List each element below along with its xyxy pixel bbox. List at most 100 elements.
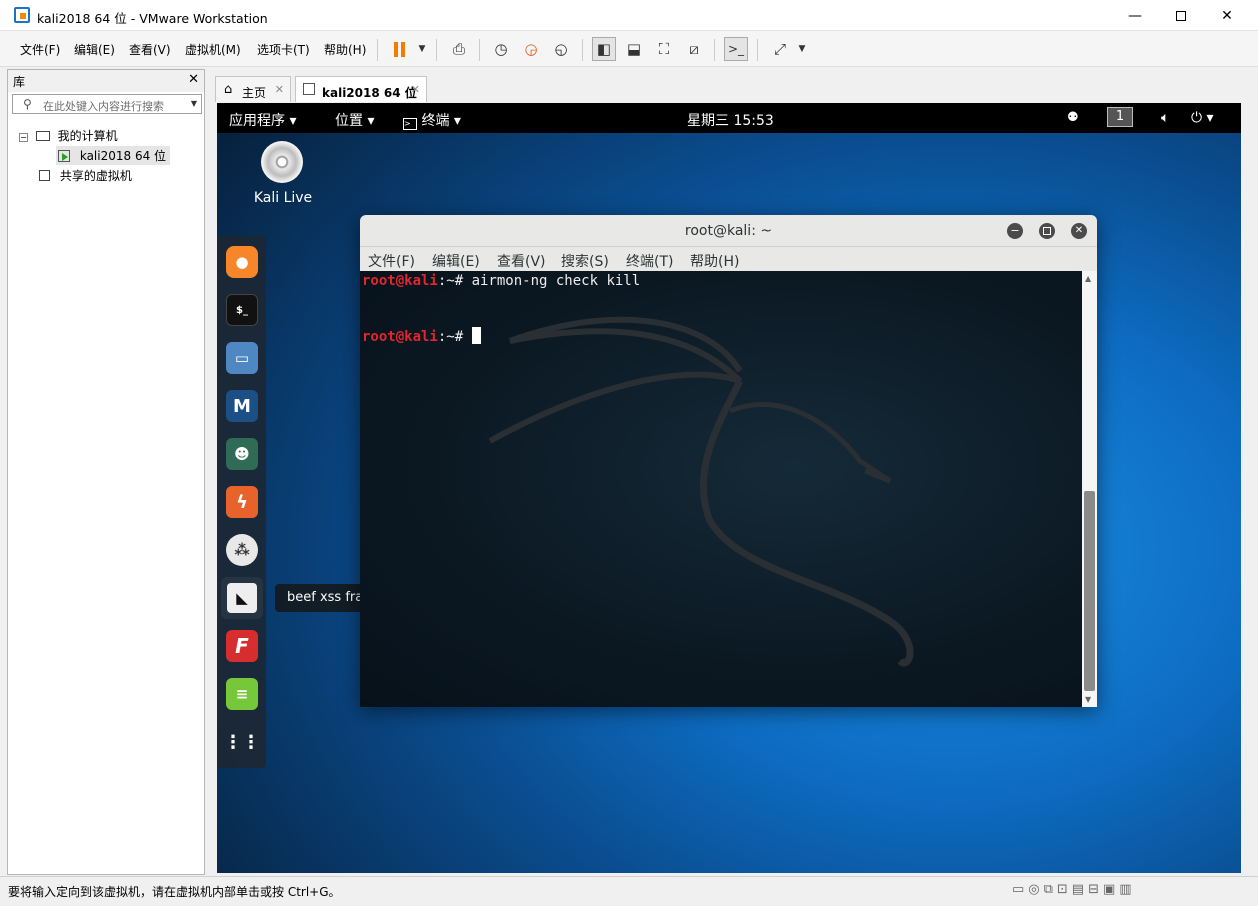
thumbnail-bar-button[interactable]: ⬓	[622, 37, 646, 61]
terminal-menu-edit[interactable]: 编辑(E)	[432, 251, 480, 271]
screen-share-icon[interactable]: ⚉	[1067, 110, 1079, 125]
applications-menu[interactable]: 应用程序 ▾	[229, 110, 296, 130]
close-icon[interactable]: ✕	[411, 83, 420, 96]
menu-vm[interactable]: 虚拟机(M)	[185, 41, 241, 58]
close-icon: ✕	[188, 72, 199, 87]
send-keys-button[interactable]: ⎙	[447, 37, 471, 61]
collapse-icon[interactable]: −	[19, 133, 28, 142]
shared-vm-icon	[39, 170, 50, 181]
close-button[interactable]: ✕	[1204, 0, 1250, 31]
sidebar-icon: ◧	[596, 40, 612, 58]
close-icon[interactable]: ✕	[275, 83, 284, 96]
faraday-icon[interactable]: F	[226, 630, 258, 662]
menu-view[interactable]: 查看(V)	[129, 41, 171, 58]
chevron-down-icon: ▼	[798, 44, 806, 54]
search-placeholder: 在此处键入内容进行搜索	[43, 100, 164, 113]
terminal-menu-help[interactable]: 帮助(H)	[690, 251, 739, 271]
snapshot-manager-icon: ◵	[554, 40, 568, 58]
beef-icon[interactable]: ◣	[221, 577, 263, 619]
metasploit-icon[interactable]: M	[226, 390, 258, 422]
scrollbar-thumb[interactable]	[1084, 491, 1095, 691]
leafpad-icon[interactable]: ≡	[226, 678, 258, 710]
stretch-icon: ⤢	[773, 40, 786, 58]
dock: ● $_ ▭ M ☻ ϟ ⁂ ◣ F ≡ ⋮⋮	[217, 236, 266, 768]
menu-edit[interactable]: 编辑(E)	[74, 41, 115, 58]
close-icon[interactable]: ✕	[1071, 223, 1087, 239]
power-dropdown-button[interactable]: ▼	[410, 37, 434, 61]
show-library-button[interactable]: ◧	[592, 37, 616, 61]
armitage-icon[interactable]: ☻	[226, 438, 258, 470]
burpsuite-icon[interactable]: ϟ	[226, 486, 258, 518]
home-icon: ⌂	[224, 82, 233, 97]
terminal-app-menu[interactable]: > 终端 ▾	[403, 110, 461, 130]
snapshot-manager-button[interactable]: ◵	[549, 37, 573, 61]
snapshot-button[interactable]: ◷	[489, 37, 513, 61]
keyboard-icon: ⎙	[452, 40, 465, 58]
tab-kali-vm[interactable]: kali2018 64 位 ✕	[295, 76, 427, 102]
power-icon[interactable]: ⏻ ▾	[1191, 110, 1214, 126]
tree-label: 共享的虚拟机	[59, 169, 132, 183]
unity-button[interactable]: ⧄	[682, 37, 706, 61]
status-bar: 要将输入定向到该虚拟机，请在虚拟机内部单击或按 Ctrl+G。 ▭◎⧉⊡▤⊟▣▥	[0, 876, 1258, 906]
stretch-dropdown-button[interactable]: ▼	[790, 37, 814, 61]
console-view-button[interactable]: >_	[724, 37, 748, 61]
terminal-dock-icon[interactable]: $_	[226, 294, 258, 326]
minimize-icon[interactable]: −	[1007, 223, 1023, 239]
terminal-icon: >	[403, 118, 417, 130]
tab-home[interactable]: ⌂ 主页 ✕	[215, 76, 291, 102]
terminal-title: root@kali: ~	[684, 223, 773, 239]
maximize-button[interactable]	[1158, 0, 1204, 31]
chevron-down-icon[interactable]: ▼	[191, 99, 197, 108]
terminal-titlebar[interactable]: root@kali: ~ − ✕	[360, 215, 1097, 247]
terminal-menu-view[interactable]: 查看(V)	[497, 251, 546, 271]
tree-item-shared[interactable]: 共享的虚拟机	[39, 167, 132, 184]
maximize-icon[interactable]	[1039, 223, 1055, 239]
terminal-menu-terminal[interactable]: 终端(T)	[626, 251, 673, 271]
console-icon: >_	[727, 42, 745, 56]
terminal-menu-file[interactable]: 文件(F)	[368, 251, 415, 271]
vmware-logo-icon	[14, 7, 30, 23]
tree-label: kali2018 64 位	[79, 149, 167, 163]
thumbnail-icon: ⬓	[626, 40, 642, 58]
pause-icon	[393, 41, 405, 57]
library-close-button[interactable]: ✕	[188, 72, 199, 87]
files-icon[interactable]: ▭	[226, 342, 258, 374]
show-apps-icon[interactable]: ⋮⋮	[224, 726, 260, 758]
tab-bar: ⌂ 主页 ✕ kali2018 64 位 ✕	[212, 74, 1248, 102]
clock[interactable]: 星期三 15:53	[687, 110, 774, 130]
terminal-window[interactable]: root@kali: ~ − ✕ 文件(F) 编辑(E) 查看(V) 搜索(S)…	[360, 215, 1097, 707]
volume-icon[interactable]: 🔈︎	[1161, 110, 1169, 126]
terminal-menu-search[interactable]: 搜索(S)	[561, 251, 609, 271]
device-status-icons[interactable]: ▭◎⧉⊡▤⊟▣▥	[1012, 882, 1136, 897]
workspace-indicator[interactable]: 1	[1107, 107, 1133, 127]
fullscreen-button[interactable]: ⛶	[652, 37, 676, 61]
status-text: 要将输入定向到该虚拟机，请在虚拟机内部单击或按 Ctrl+G。	[8, 885, 341, 899]
minimize-icon: —	[1128, 7, 1142, 24]
snapshot-icon: ◷	[494, 40, 508, 58]
menu-file[interactable]: 文件(F)	[20, 41, 60, 58]
maltego-icon[interactable]: ⁂	[226, 534, 258, 566]
pause-button[interactable]	[387, 37, 411, 61]
revert-snapshot-button[interactable]: ◶	[519, 37, 543, 61]
menu-tabs[interactable]: 选项卡(T)	[257, 41, 310, 58]
tree-item-my-computer[interactable]: − 我的计算机	[19, 127, 118, 144]
firefox-icon[interactable]: ●	[226, 246, 258, 278]
disc-icon[interactable]	[261, 141, 303, 183]
library-search-input[interactable]: ⚲ 在此处键入内容进行搜索 ▼	[12, 94, 202, 114]
places-menu[interactable]: 位置 ▾	[335, 110, 374, 130]
tree-item-vm[interactable]: kali2018 64 位	[56, 146, 171, 165]
terminal-scrollbar[interactable]: ▲ ▼	[1082, 271, 1097, 707]
search-icon: ⚲	[23, 97, 32, 111]
minimize-button[interactable]: —	[1112, 0, 1158, 31]
scroll-up-icon[interactable]: ▲	[1085, 274, 1091, 283]
gnome-topbar: 应用程序 ▾ 位置 ▾ > 终端 ▾ 星期三 15:53 ⚉ 1 🔈︎ ⏻ ▾	[217, 103, 1241, 133]
window-title: kali2018 64 位 - VMware Workstation	[37, 11, 268, 26]
desktop-icon-label[interactable]: Kali Live	[247, 190, 319, 206]
terminal-output[interactable]: root@kali:~# airmon-ng check kill root@k…	[360, 271, 1082, 707]
vm-display[interactable]: 应用程序 ▾ 位置 ▾ > 终端 ▾ 星期三 15:53 ⚉ 1 🔈︎ ⏻ ▾ …	[217, 103, 1241, 873]
scroll-down-icon[interactable]: ▼	[1085, 695, 1091, 704]
stretch-button[interactable]: ⤢	[768, 37, 792, 61]
tab-label: kali2018 64 位	[322, 86, 417, 100]
terminal-menubar: 文件(F) 编辑(E) 查看(V) 搜索(S) 终端(T) 帮助(H)	[360, 247, 1097, 271]
menu-help[interactable]: 帮助(H)	[324, 41, 366, 58]
